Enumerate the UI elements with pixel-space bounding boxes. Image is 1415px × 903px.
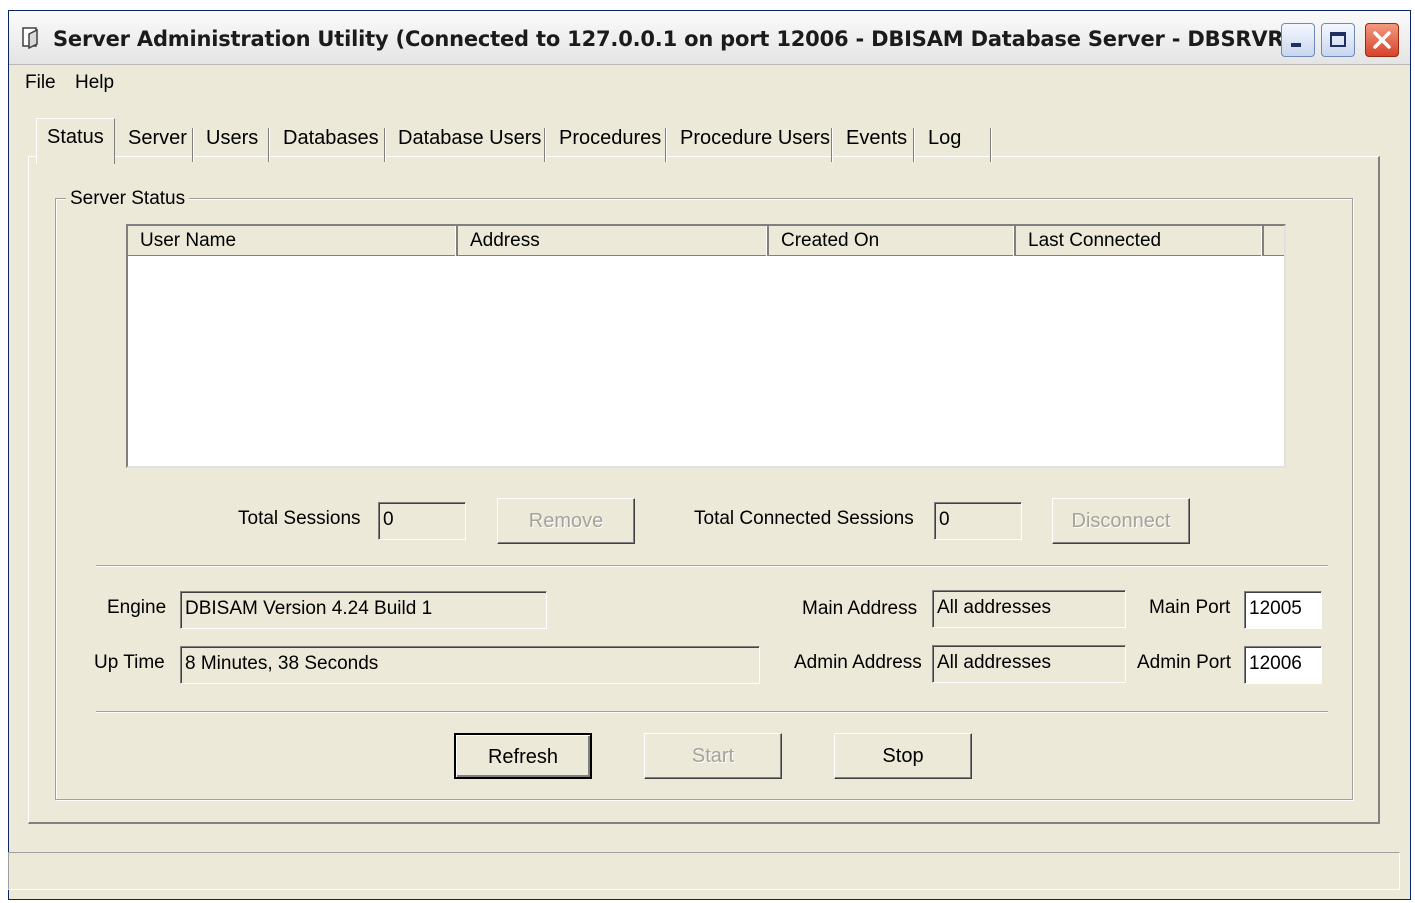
tab-procedures[interactable]: Procedures bbox=[559, 120, 661, 160]
column-address[interactable]: Address bbox=[458, 226, 769, 256]
status-bar bbox=[8, 852, 1400, 890]
tab-database-users[interactable]: Database Users bbox=[398, 120, 541, 160]
main-port-label: Main Port bbox=[1149, 597, 1231, 618]
column-user-name[interactable]: User Name bbox=[128, 226, 458, 256]
total-sessions-label: Total Sessions bbox=[238, 508, 361, 529]
divider bbox=[96, 711, 1328, 713]
window-title: Server Administration Utility (Connected… bbox=[53, 27, 1283, 51]
menu-help[interactable]: Help bbox=[75, 70, 114, 96]
maximize-button[interactable] bbox=[1321, 23, 1355, 57]
column-created-on[interactable]: Created On bbox=[769, 226, 1016, 256]
tab-separator bbox=[831, 128, 833, 162]
menu-bar: File Help bbox=[9, 66, 1410, 98]
title-bar[interactable]: Server Administration Utility (Connected… bbox=[9, 11, 1410, 65]
total-connected-sessions-label: Total Connected Sessions bbox=[694, 508, 914, 529]
menu-file[interactable]: File bbox=[25, 70, 56, 96]
tab-separator bbox=[268, 128, 270, 162]
sessions-list[interactable]: User Name Address Created On Last Connec… bbox=[126, 224, 1286, 468]
divider bbox=[96, 565, 1328, 567]
tab-separator bbox=[384, 128, 386, 162]
admin-address-field[interactable]: All addresses bbox=[932, 645, 1126, 683]
main-address-field[interactable]: All addresses bbox=[932, 590, 1126, 628]
tab-procedure-users[interactable]: Procedure Users bbox=[680, 120, 830, 160]
tab-separator bbox=[192, 128, 194, 162]
total-sessions-field[interactable]: 0 bbox=[378, 502, 466, 540]
total-connected-sessions-field[interactable]: 0 bbox=[934, 502, 1022, 540]
disconnect-button[interactable]: Disconnect bbox=[1052, 498, 1190, 544]
tab-separator bbox=[665, 128, 667, 162]
tab-status[interactable]: Status bbox=[36, 118, 115, 164]
main-address-label: Main Address bbox=[802, 598, 918, 619]
stop-button[interactable]: Stop bbox=[834, 733, 972, 779]
admin-address-label: Admin Address bbox=[794, 652, 922, 673]
engine-field[interactable]: DBISAM Version 4.24 Build 1 bbox=[180, 591, 547, 629]
tab-separator bbox=[913, 128, 915, 162]
tab-databases[interactable]: Databases bbox=[283, 120, 379, 160]
app-icon bbox=[22, 27, 38, 49]
engine-label: Engine bbox=[107, 597, 167, 618]
uptime-label: Up Time bbox=[94, 652, 165, 673]
admin-port-field[interactable]: 12006 bbox=[1244, 646, 1322, 684]
minimize-icon bbox=[1291, 43, 1301, 47]
main-port-field[interactable]: 12005 bbox=[1244, 591, 1322, 629]
tab-users[interactable]: Users bbox=[206, 120, 258, 160]
tab-log[interactable]: Log bbox=[928, 120, 961, 160]
start-button[interactable]: Start bbox=[644, 733, 782, 779]
tab-server[interactable]: Server bbox=[128, 120, 187, 160]
tab-events[interactable]: Events bbox=[846, 120, 907, 160]
uptime-field[interactable]: 8 Minutes, 38 Seconds bbox=[180, 646, 760, 684]
sessions-list-header: User Name Address Created On Last Connec… bbox=[128, 226, 1284, 256]
remove-button[interactable]: Remove bbox=[497, 498, 635, 544]
refresh-button[interactable]: Refresh bbox=[454, 733, 592, 779]
close-icon bbox=[1373, 31, 1391, 49]
admin-port-label: Admin Port bbox=[1137, 652, 1231, 673]
maximize-icon bbox=[1330, 32, 1346, 47]
minimize-button[interactable] bbox=[1281, 23, 1315, 57]
server-status-label: Server Status bbox=[66, 188, 190, 210]
close-button[interactable] bbox=[1365, 23, 1399, 57]
column-last-connected[interactable]: Last Connected bbox=[1016, 226, 1264, 256]
tab-separator bbox=[990, 128, 992, 162]
tab-separator bbox=[544, 128, 546, 162]
